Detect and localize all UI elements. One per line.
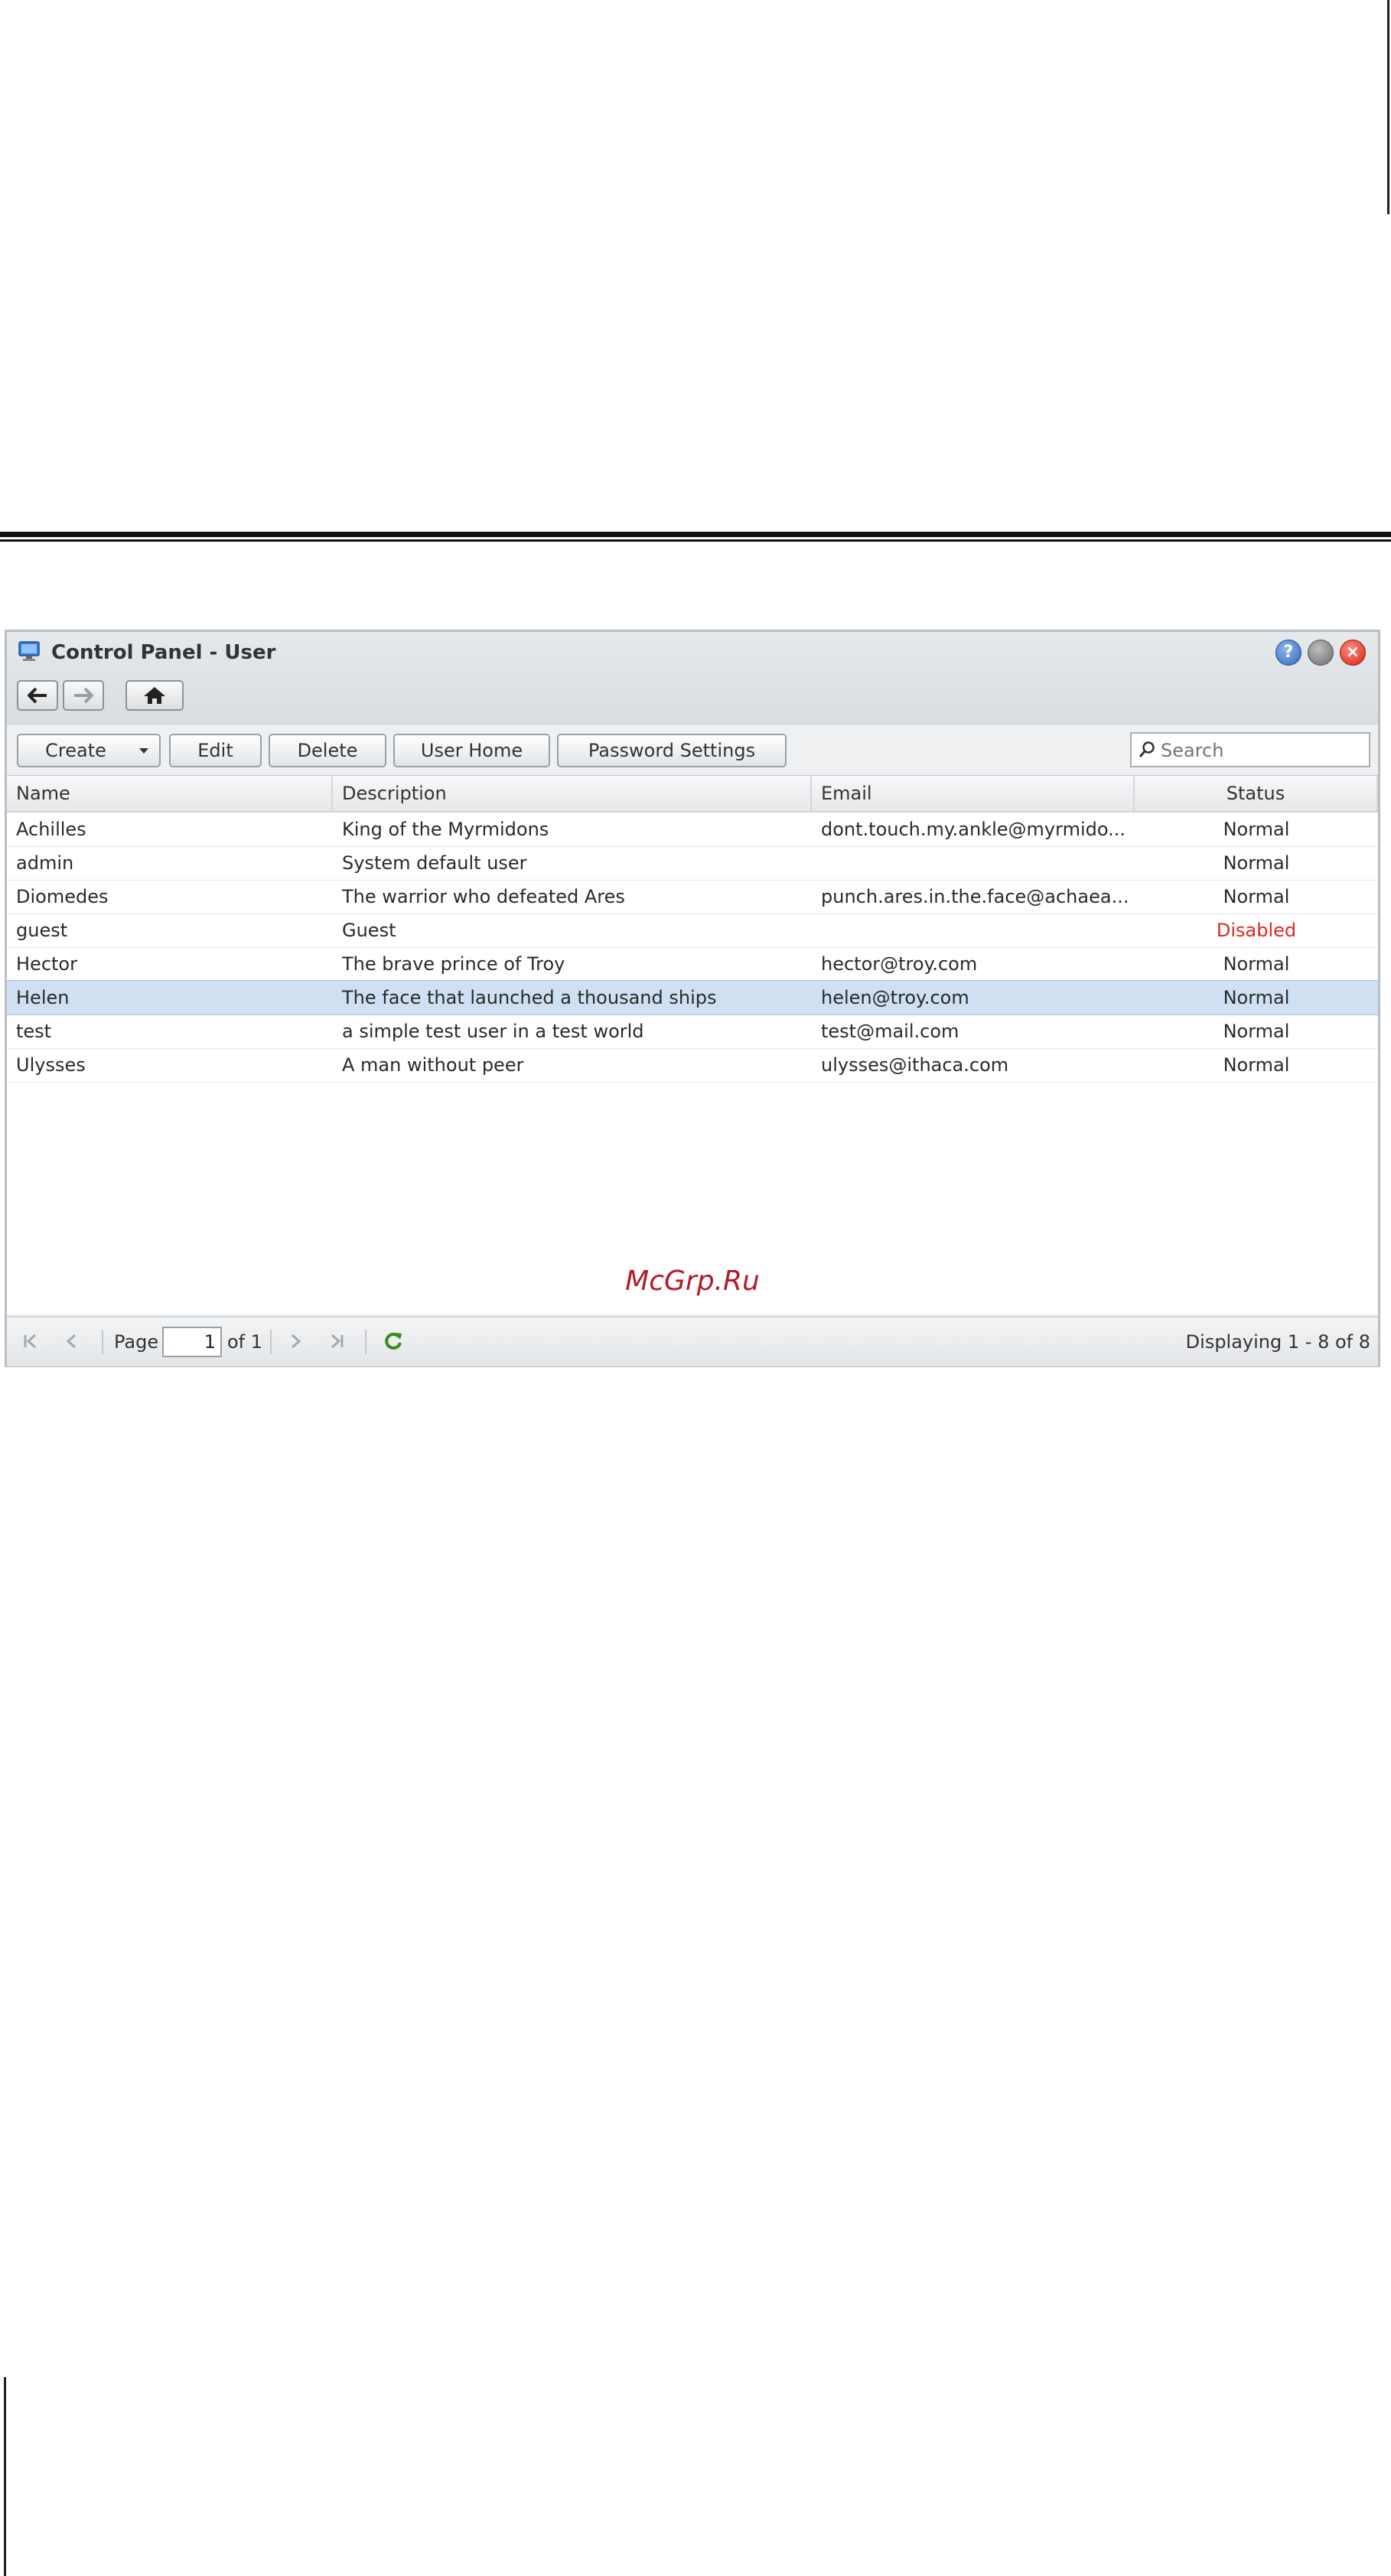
cell-description: a simple test user in a test world bbox=[342, 1021, 644, 1042]
window-titlebar: Control Panel - User ? × bbox=[7, 632, 1378, 724]
cell-status: Disabled bbox=[1216, 920, 1297, 941]
watermark-text: McGrp.Ru bbox=[625, 1265, 760, 1297]
user-table: Name Description Email Status Achilles K… bbox=[7, 776, 1378, 1314]
cell-description: A man without peer bbox=[342, 1054, 524, 1076]
cell-description: Guest bbox=[342, 920, 396, 941]
first-page-icon[interactable] bbox=[19, 1330, 42, 1353]
cell-name: Helen bbox=[16, 987, 70, 1008]
window-title: Control Panel - User bbox=[51, 641, 276, 664]
column-header-name[interactable]: Name bbox=[7, 776, 333, 811]
table-row[interactable]: Achilles King of the Myrmidons dont.touc… bbox=[7, 813, 1378, 847]
pager-separator bbox=[365, 1330, 366, 1354]
page-number-input[interactable] bbox=[162, 1327, 222, 1357]
cell-description: King of the Myrmidons bbox=[342, 819, 549, 840]
table-row[interactable]: Ulysses A man without peer ulysses@ithac… bbox=[7, 1048, 1378, 1083]
page-divider-thin bbox=[0, 539, 1391, 542]
cell-name: Ulysses bbox=[16, 1054, 86, 1076]
pager-separator bbox=[102, 1330, 103, 1354]
close-icon[interactable]: × bbox=[1340, 640, 1366, 666]
cell-name: test bbox=[16, 1021, 52, 1042]
forward-button[interactable] bbox=[63, 680, 104, 711]
user-home-button[interactable]: User Home bbox=[393, 734, 550, 767]
cell-status: Normal bbox=[1223, 953, 1290, 975]
table-row[interactable]: Hector The brave prince of Troy hector@t… bbox=[7, 947, 1378, 982]
cell-email: punch.ares.in.the.face@achaea... bbox=[821, 886, 1129, 907]
column-header-status[interactable]: Status bbox=[1135, 776, 1378, 811]
page-count-label: of 1 bbox=[227, 1331, 263, 1353]
cell-email: hector@troy.com bbox=[821, 953, 978, 975]
arrow-left-icon bbox=[28, 687, 47, 704]
cell-description: The face that launched a thousand ships bbox=[342, 987, 717, 1008]
cell-email bbox=[812, 913, 1135, 947]
cell-email: dont.touch.my.ankle@myrmido... bbox=[821, 819, 1126, 840]
question-icon[interactable]: ? bbox=[1275, 640, 1301, 666]
cell-status: Normal bbox=[1223, 819, 1290, 840]
page-divider-thick bbox=[0, 532, 1391, 537]
column-header-email[interactable]: Email bbox=[812, 776, 1135, 811]
table-row-selected[interactable]: Helen The face that launched a thousand … bbox=[7, 980, 1378, 1015]
cell-email bbox=[812, 846, 1135, 880]
page-vertical-rule-top bbox=[1387, 0, 1389, 214]
search-icon bbox=[1139, 741, 1155, 757]
pager-separator bbox=[270, 1330, 272, 1354]
minimize-icon[interactable] bbox=[1308, 640, 1334, 666]
page-label: Page bbox=[114, 1331, 159, 1353]
refresh-icon[interactable] bbox=[382, 1330, 405, 1353]
table-header: Name Description Email Status bbox=[7, 776, 1378, 813]
cell-status: Normal bbox=[1223, 852, 1290, 874]
chevron-down-icon[interactable] bbox=[139, 748, 148, 754]
next-page-icon[interactable] bbox=[284, 1330, 307, 1353]
cell-name: Diomedes bbox=[16, 886, 109, 907]
cell-email: helen@troy.com bbox=[821, 987, 969, 1008]
previous-page-icon[interactable] bbox=[60, 1330, 83, 1353]
table-row[interactable]: guest Guest Disabled bbox=[7, 913, 1378, 948]
page-vertical-rule-bottom bbox=[4, 2377, 6, 2576]
create-button[interactable]: Create bbox=[17, 734, 161, 767]
column-header-description[interactable]: Description bbox=[333, 776, 812, 811]
table-row[interactable]: Diomedes The warrior who defeated Ares p… bbox=[7, 880, 1378, 914]
control-panel-icon bbox=[18, 641, 40, 661]
edit-button[interactable]: Edit bbox=[169, 734, 262, 767]
toolbar: Create Edit Delete User Home Password Se… bbox=[7, 724, 1378, 777]
arrow-right-icon bbox=[74, 687, 93, 704]
pagination-bar: Page of 1 Displaying 1 - 8 of 8 bbox=[7, 1316, 1378, 1366]
back-button[interactable] bbox=[17, 680, 58, 711]
home-button[interactable] bbox=[125, 680, 184, 711]
cell-status: Normal bbox=[1223, 987, 1290, 1008]
cell-name: guest bbox=[16, 920, 68, 941]
cell-status: Normal bbox=[1223, 1054, 1290, 1076]
cell-name: admin bbox=[16, 852, 74, 874]
control-panel-window: Control Panel - User ? × Create Edit Del… bbox=[5, 630, 1380, 1367]
create-button-label: Create bbox=[45, 740, 106, 761]
cell-status: Normal bbox=[1223, 1021, 1290, 1042]
delete-button[interactable]: Delete bbox=[269, 734, 386, 767]
table-row[interactable]: admin System default user Normal bbox=[7, 846, 1378, 881]
home-icon bbox=[144, 687, 165, 704]
cell-description: The brave prince of Troy bbox=[342, 953, 565, 975]
displaying-count: Displaying 1 - 8 of 8 bbox=[1185, 1331, 1370, 1353]
cell-description: The warrior who defeated Ares bbox=[342, 886, 625, 907]
cell-email: ulysses@ithaca.com bbox=[821, 1054, 1009, 1076]
cell-description: System default user bbox=[342, 852, 527, 874]
table-row[interactable]: test a simple test user in a test world … bbox=[7, 1014, 1378, 1049]
search-input[interactable] bbox=[1159, 737, 1361, 764]
cell-email: test@mail.com bbox=[821, 1021, 959, 1042]
cell-status: Normal bbox=[1223, 886, 1290, 907]
search-box[interactable] bbox=[1130, 732, 1370, 767]
cell-name: Achilles bbox=[16, 819, 86, 840]
password-settings-button[interactable]: Password Settings bbox=[557, 734, 787, 767]
last-page-icon[interactable] bbox=[325, 1330, 348, 1353]
cell-name: Hector bbox=[16, 953, 77, 975]
